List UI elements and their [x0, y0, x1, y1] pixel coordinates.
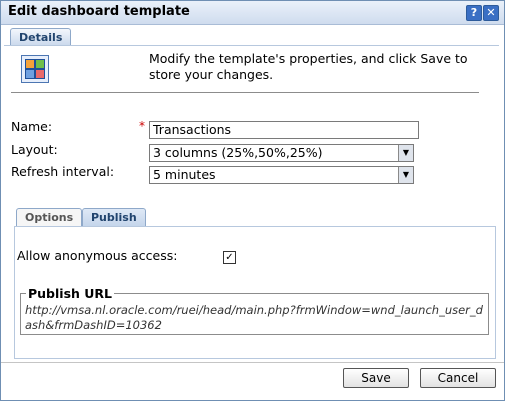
chevron-down-icon[interactable]: ▼ — [398, 167, 413, 183]
layout-select-value: 3 columns (25%,50%,25%) — [153, 145, 323, 160]
tab-details[interactable]: Details — [10, 28, 72, 46]
chevron-down-icon[interactable]: ▼ — [398, 145, 413, 161]
footer-divider — [1, 362, 504, 363]
anonymous-access-label: Allow anonymous access: — [17, 248, 178, 263]
tab-publish[interactable]: Publish — [82, 208, 146, 227]
cancel-button[interactable]: Cancel — [420, 368, 496, 388]
edit-dashboard-dialog: Edit dashboard template ? ✕ Details Modi… — [0, 0, 505, 401]
close-icon[interactable]: ✕ — [483, 5, 499, 21]
layout-label: Layout: — [11, 142, 58, 157]
refresh-select-value: 5 minutes — [153, 167, 216, 182]
save-button[interactable]: Save — [343, 368, 409, 388]
publish-url-legend: Publish URL — [26, 286, 115, 301]
layout-select[interactable]: 3 columns (25%,50%,25%) ▼ — [149, 144, 414, 162]
name-label: Name: — [11, 119, 53, 134]
help-icon[interactable]: ? — [466, 5, 482, 21]
name-field[interactable]: Transactions — [149, 121, 419, 139]
top-tab-strip: Details — [9, 27, 495, 46]
tab-options[interactable]: Options — [16, 208, 83, 227]
refresh-label: Refresh interval: — [11, 164, 115, 179]
info-text: Modify the template's properties, and cl… — [149, 51, 468, 82]
required-marker: * — [139, 119, 145, 133]
dashboard-grid-icon — [21, 55, 49, 83]
inner-tab-strip: Options Publish — [16, 208, 486, 227]
separator — [11, 92, 479, 93]
refresh-interval-select[interactable]: 5 minutes ▼ — [149, 166, 414, 184]
publish-url-text: http://vmsa.nl.oracle.com/ruei/head/main… — [25, 303, 483, 332]
anonymous-access-checkbox[interactable]: ✓ — [223, 251, 236, 264]
dialog-title: Edit dashboard template — [8, 4, 190, 19]
title-bar: Edit dashboard template ? ✕ — [1, 1, 504, 25]
